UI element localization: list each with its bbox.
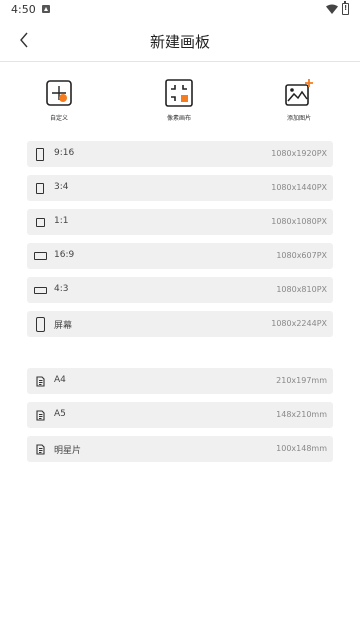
add-image-button[interactable]: 添加图片 <box>267 78 331 122</box>
size-option-dimensions: 1080x1440PX <box>271 183 327 192</box>
custom-canvas-icon <box>44 78 74 108</box>
document-icon <box>35 409 45 421</box>
paper-option-a5[interactable]: A5 148x210mm <box>27 402 333 428</box>
wifi-icon <box>326 4 338 14</box>
page-title: 新建画板 <box>149 33 210 51</box>
paper-option-label: A4 <box>54 375 66 385</box>
battery-alert-mark: ! <box>344 4 348 12</box>
header-divider <box>0 61 360 62</box>
size-option-dimensions: 1080x1920PX <box>271 149 327 158</box>
paper-option-a4[interactable]: A4 210x197mm <box>27 368 333 394</box>
header: 新建画板 <box>0 22 360 60</box>
square-icon <box>35 217 45 227</box>
paper-option-dimensions: 100x148mm <box>276 444 327 453</box>
paper-option-postcard[interactable]: 明星片 100x148mm <box>27 436 333 462</box>
tool-label-pixel: 像素画布 <box>166 115 191 122</box>
portrait-tall-icon <box>36 147 44 161</box>
custom-canvas-button[interactable]: 自定义 <box>27 78 91 122</box>
status-bar: 4:50 ! <box>0 0 360 20</box>
size-option-label: 16:9 <box>54 250 75 260</box>
paper-option-label: A5 <box>54 409 66 419</box>
size-option-dimensions: 1080x607PX <box>276 251 327 260</box>
status-time: 4:50 <box>11 3 36 16</box>
document-icon <box>35 375 45 387</box>
size-option-screen[interactable]: 屏幕 1080x2244PX <box>27 311 333 337</box>
size-option-16-9[interactable]: 16:9 1080x607PX <box>27 243 333 269</box>
pixel-canvas-button[interactable]: 像素画布 <box>147 78 211 122</box>
landscape-icon <box>33 286 47 294</box>
paper-option-label: 明星片 <box>54 446 82 456</box>
size-option-dimensions: 1080x1080PX <box>271 217 327 226</box>
paper-option-dimensions: 148x210mm <box>276 410 327 419</box>
notification-icon <box>42 5 50 13</box>
size-option-4-3[interactable]: 4:3 1080x810PX <box>27 277 333 303</box>
size-option-label: 3:4 <box>54 182 69 192</box>
size-option-label: 1:1 <box>54 216 69 226</box>
pixel-canvas-icon <box>164 78 194 108</box>
size-option-label: 4:3 <box>54 284 69 294</box>
size-option-label: 屏幕 <box>54 321 73 331</box>
screen-icon <box>35 316 45 332</box>
tool-label-add-image: 添加图片 <box>286 115 311 122</box>
size-option-label: 9:16 <box>54 148 75 158</box>
portrait-icon <box>36 182 44 194</box>
canvas-size-list: 9:16 1080x1920PX 3:4 1080x1440PX 1:1 108… <box>27 141 333 470</box>
size-option-3-4[interactable]: 3:4 1080x1440PX <box>27 175 333 201</box>
creation-tools: 自定义 像素画布 添加图片 <box>0 78 360 126</box>
size-option-dimensions: 1080x2244PX <box>271 319 327 328</box>
document-icon <box>35 443 45 455</box>
landscape-wide-icon <box>33 252 47 260</box>
size-option-dimensions: 1080x810PX <box>276 285 327 294</box>
add-image-icon <box>284 78 314 108</box>
paper-option-dimensions: 210x197mm <box>276 376 327 385</box>
size-option-1-1[interactable]: 1:1 1080x1080PX <box>27 209 333 235</box>
tool-label-custom: 自定义 <box>49 115 68 122</box>
battery-icon: ! <box>342 1 349 15</box>
size-option-9-16[interactable]: 9:16 1080x1920PX <box>27 141 333 167</box>
